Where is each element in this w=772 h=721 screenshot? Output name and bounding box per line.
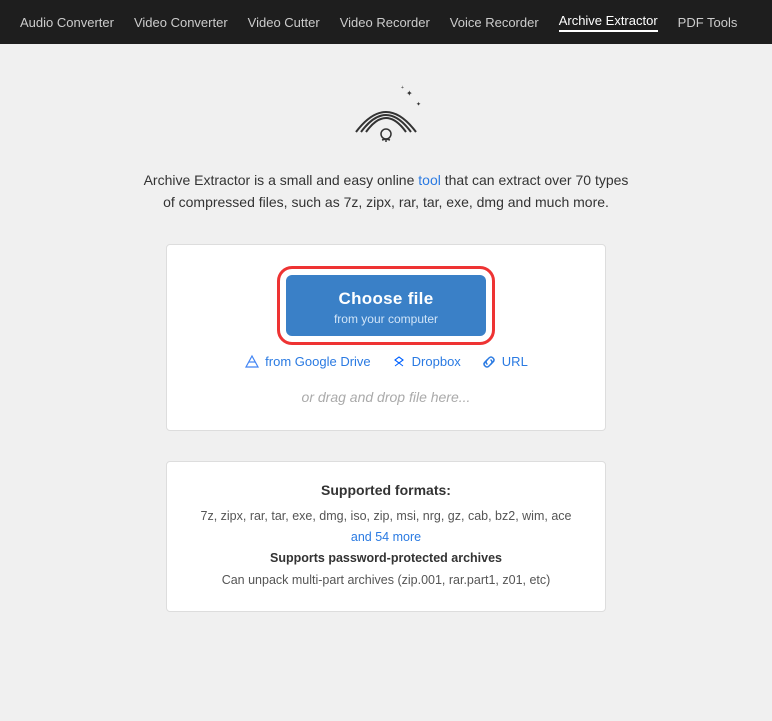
choose-file-button[interactable]: Choose file from your computer xyxy=(286,275,486,336)
upload-box: Choose file from your computer from Goog… xyxy=(166,244,606,431)
svg-text:+: + xyxy=(401,85,404,91)
url-icon xyxy=(481,354,497,370)
nav-archive-extractor[interactable]: Archive Extractor xyxy=(559,13,658,32)
nav-audio-converter[interactable]: Audio Converter xyxy=(20,15,114,30)
nav-video-cutter[interactable]: Video Cutter xyxy=(248,15,320,30)
google-drive-link[interactable]: from Google Drive xyxy=(244,354,370,370)
formats-text: 7z, zipx, rar, tar, exe, dmg, iso, zip, … xyxy=(201,509,572,523)
source-links: from Google Drive Dropbox URL xyxy=(244,354,528,370)
google-drive-label: from Google Drive xyxy=(265,354,370,369)
app-description: Archive Extractor is a small and easy on… xyxy=(136,169,636,214)
tool-link[interactable]: tool xyxy=(418,172,441,188)
multipart-support-text: Can unpack multi-part archives (zip.001,… xyxy=(222,573,551,587)
drag-drop-hint: or drag and drop file here... xyxy=(302,389,471,405)
formats-list: 7z, zipx, rar, tar, exe, dmg, iso, zip, … xyxy=(197,506,575,591)
nav-video-recorder[interactable]: Video Recorder xyxy=(340,15,430,30)
formats-box: Supported formats: 7z, zipx, rar, tar, e… xyxy=(166,461,606,612)
nav-voice-recorder[interactable]: Voice Recorder xyxy=(450,15,539,30)
dropbox-icon xyxy=(391,354,407,370)
dropbox-label: Dropbox xyxy=(412,354,461,369)
choose-file-label: Choose file xyxy=(339,289,434,309)
choose-file-sublabel: from your computer xyxy=(334,312,438,326)
main-content: ✦ ✦ + Archive Extractor is a small and e… xyxy=(0,44,772,632)
url-link[interactable]: URL xyxy=(481,354,528,370)
navbar: Audio Converter Video Converter Video Cu… xyxy=(0,0,772,44)
nav-video-converter[interactable]: Video Converter xyxy=(134,15,228,30)
dropbox-link[interactable]: Dropbox xyxy=(391,354,461,370)
nav-pdf-tools[interactable]: PDF Tools xyxy=(678,15,738,30)
svg-text:✦: ✦ xyxy=(406,89,413,98)
more-formats-link[interactable]: and 54 more xyxy=(351,530,421,544)
svg-text:✦: ✦ xyxy=(416,101,421,108)
url-label: URL xyxy=(502,354,528,369)
password-support-text: Supports password-protected archives xyxy=(270,551,502,565)
formats-title: Supported formats: xyxy=(197,482,575,498)
hero-icon: ✦ ✦ + xyxy=(346,84,426,149)
google-drive-icon xyxy=(244,354,260,370)
